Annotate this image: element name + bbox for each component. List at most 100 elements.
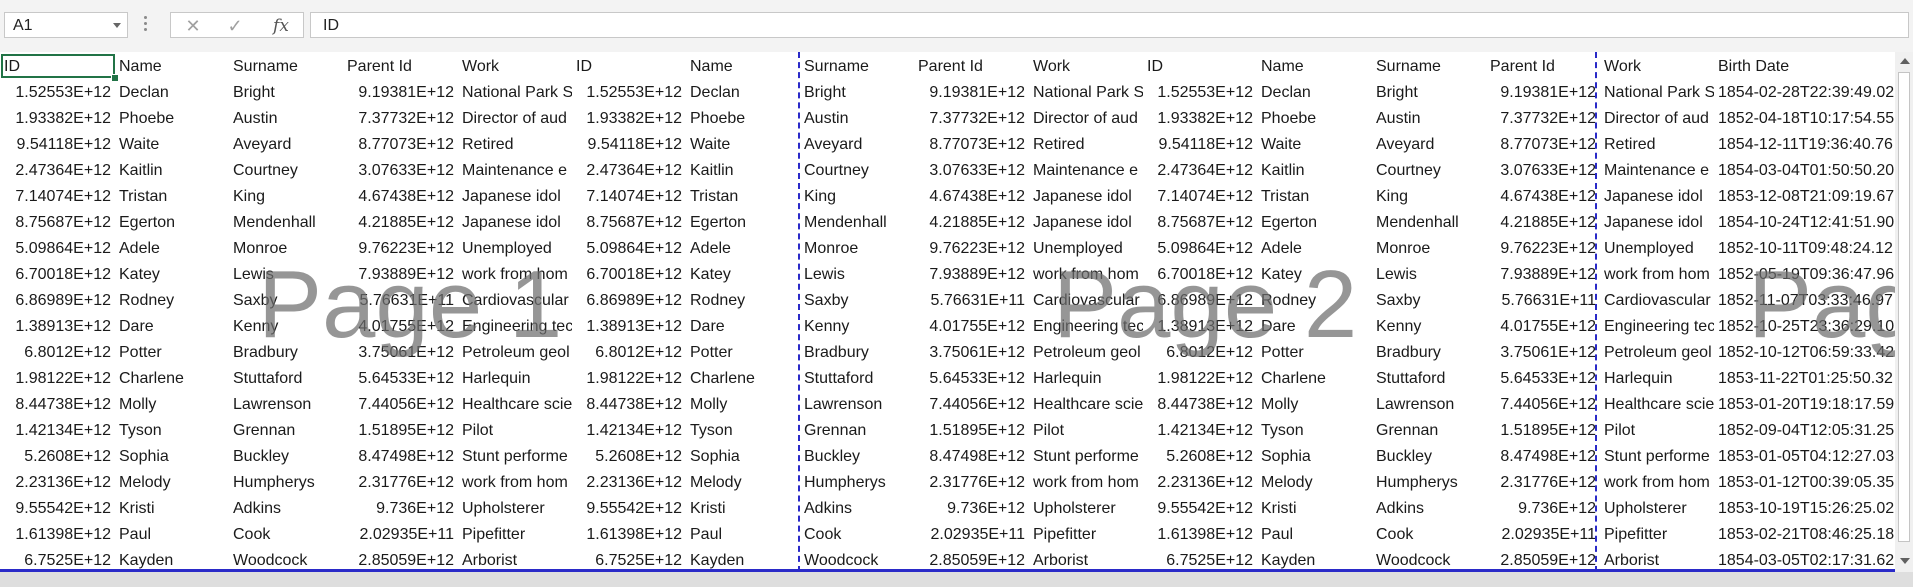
table-cell[interactable]: 9.55542E+12 — [0, 496, 115, 522]
table-cell[interactable]: Monroe — [229, 236, 343, 262]
table-cell[interactable]: Bradbury — [800, 340, 914, 366]
table-cell[interactable]: Stunt performe — [458, 444, 572, 470]
table-cell[interactable]: 8.47498E+12 — [914, 444, 1029, 470]
table-cell[interactable]: 2.02935E+11 — [1486, 522, 1600, 548]
table-cell[interactable]: Director of aud — [458, 106, 572, 132]
table-cell[interactable]: 2.47364E+12 — [1143, 158, 1257, 184]
table-cell[interactable]: 3.07633E+12 — [914, 158, 1029, 184]
table-cell[interactable]: 9.55542E+12 — [1143, 496, 1257, 522]
table-cell[interactable]: Director of aud — [1600, 106, 1714, 132]
table-cell[interactable]: Healthcare scie — [1600, 392, 1714, 418]
table-cell[interactable]: 2.23136E+12 — [572, 470, 686, 496]
table-cell[interactable]: 1852-04-18T10:17:54.55 — [1714, 106, 1894, 132]
table-cell[interactable]: Stuttaford — [800, 366, 914, 392]
table-cell[interactable]: Dare — [686, 314, 800, 340]
table-cell[interactable]: Cardiovascular — [458, 288, 572, 314]
table-cell[interactable]: 1853-10-19T15:26:25.02 — [1714, 496, 1894, 522]
table-cell[interactable]: 7.14074E+12 — [572, 184, 686, 210]
table-cell[interactable]: 1.98122E+12 — [1143, 366, 1257, 392]
table-cell[interactable]: Kenny — [1372, 314, 1486, 340]
column-header-cell[interactable]: Work — [1029, 54, 1143, 80]
table-cell[interactable]: Japanese idol — [1029, 184, 1143, 210]
table-cell[interactable]: Kaitlin — [115, 158, 229, 184]
table-cell[interactable]: Japanese idol — [1029, 210, 1143, 236]
table-cell[interactable]: Engineering tec — [458, 314, 572, 340]
table-cell[interactable]: Japanese idol — [1600, 184, 1714, 210]
table-cell[interactable]: Pilot — [1029, 418, 1143, 444]
table-cell[interactable]: Potter — [686, 340, 800, 366]
table-cell[interactable]: Melody — [115, 470, 229, 496]
table-cell[interactable]: 1.51895E+12 — [343, 418, 458, 444]
table-cell[interactable]: National Park S — [1600, 80, 1714, 106]
table-cell[interactable]: Melody — [1257, 470, 1372, 496]
formula-input[interactable]: ID — [310, 12, 1909, 38]
table-cell[interactable]: 4.01755E+12 — [914, 314, 1029, 340]
table-cell[interactable]: Buckley — [800, 444, 914, 470]
table-cell[interactable]: 7.44056E+12 — [1486, 392, 1600, 418]
column-header-cell[interactable]: Work — [1600, 54, 1714, 80]
table-cell[interactable]: 7.14074E+12 — [1143, 184, 1257, 210]
table-cell[interactable]: Upholsterer — [1600, 496, 1714, 522]
table-cell[interactable]: 1853-01-12T00:39:05.35 — [1714, 470, 1894, 496]
table-cell[interactable]: 1852-05-19T09:36:47.96 — [1714, 262, 1894, 288]
table-cell[interactable]: 1854-12-11T19:36:40.76 — [1714, 132, 1894, 158]
table-cell[interactable]: 1852-10-25T23:36:29.10 — [1714, 314, 1894, 340]
table-cell[interactable]: Monroe — [1372, 236, 1486, 262]
table-cell[interactable]: Japanese idol — [458, 210, 572, 236]
table-cell[interactable]: 6.70018E+12 — [572, 262, 686, 288]
column-header-cell[interactable]: Surname — [1372, 54, 1486, 80]
table-cell[interactable]: 6.86989E+12 — [0, 288, 115, 314]
table-cell[interactable]: Bright — [800, 80, 914, 106]
column-header-cell[interactable]: Surname — [229, 54, 343, 80]
table-cell[interactable]: 1.42134E+12 — [0, 418, 115, 444]
table-cell[interactable]: Sophia — [686, 444, 800, 470]
table-cell[interactable]: Kaitlin — [686, 158, 800, 184]
table-cell[interactable]: Saxby — [229, 288, 343, 314]
table-cell[interactable]: Mendenhall — [229, 210, 343, 236]
table-cell[interactable]: Cook — [1372, 522, 1486, 548]
table-cell[interactable]: 1.93382E+12 — [0, 106, 115, 132]
table-cell[interactable]: Molly — [1257, 392, 1372, 418]
table-cell[interactable]: 1853-12-08T21:09:19.67 — [1714, 184, 1894, 210]
table-cell[interactable]: Dare — [1257, 314, 1372, 340]
table-cell[interactable]: Phoebe — [1257, 106, 1372, 132]
column-header-cell[interactable]: Name — [686, 54, 800, 80]
table-cell[interactable]: 9.54118E+12 — [0, 132, 115, 158]
table-cell[interactable]: 1.38913E+12 — [0, 314, 115, 340]
table-cell[interactable]: 1853-01-05T04:12:27.03 — [1714, 444, 1894, 470]
table-cell[interactable]: 1.61398E+12 — [1143, 522, 1257, 548]
table-cell[interactable]: Austin — [1372, 106, 1486, 132]
table-cell[interactable]: Cardiovascular — [1600, 288, 1714, 314]
spreadsheet-grid[interactable]: ID Name Surname Parent Id Work ID Name Surname P… — [0, 52, 1895, 572]
table-cell[interactable]: National Park S — [458, 80, 572, 106]
table-cell[interactable]: 5.64533E+12 — [914, 366, 1029, 392]
table-cell[interactable]: 1852-09-04T12:05:31.25 — [1714, 418, 1894, 444]
table-cell[interactable]: Bradbury — [1372, 340, 1486, 366]
table-cell[interactable]: Waite — [686, 132, 800, 158]
table-cell[interactable]: Buckley — [1372, 444, 1486, 470]
cancel-icon[interactable]: ✕ — [177, 13, 209, 39]
table-cell[interactable]: Tristan — [686, 184, 800, 210]
table-cell[interactable]: Tristan — [1257, 184, 1372, 210]
table-cell[interactable]: 5.09864E+12 — [572, 236, 686, 262]
table-cell[interactable]: 4.67438E+12 — [343, 184, 458, 210]
table-cell[interactable]: Potter — [115, 340, 229, 366]
table-cell[interactable]: Humpherys — [229, 470, 343, 496]
table-cell[interactable]: Lewis — [229, 262, 343, 288]
table-cell[interactable]: Mendenhall — [1372, 210, 1486, 236]
table-cell[interactable]: Unemployed — [1600, 236, 1714, 262]
table-cell[interactable]: 8.77073E+12 — [343, 132, 458, 158]
table-cell[interactable]: 6.86989E+12 — [1143, 288, 1257, 314]
table-cell[interactable]: 1.52553E+12 — [572, 80, 686, 106]
table-cell[interactable]: 8.47498E+12 — [343, 444, 458, 470]
table-cell[interactable]: 7.37732E+12 — [914, 106, 1029, 132]
table-cell[interactable]: 4.21885E+12 — [343, 210, 458, 236]
table-cell[interactable]: Charlene — [1257, 366, 1372, 392]
table-cell[interactable]: 1854-10-24T12:41:51.90 — [1714, 210, 1894, 236]
table-cell[interactable]: 7.37732E+12 — [1486, 106, 1600, 132]
table-cell[interactable]: 7.44056E+12 — [343, 392, 458, 418]
table-cell[interactable]: National Park S — [1029, 80, 1143, 106]
table-cell[interactable]: Paul — [686, 522, 800, 548]
enter-icon[interactable]: ✓ — [219, 13, 251, 39]
table-cell[interactable]: Katey — [686, 262, 800, 288]
